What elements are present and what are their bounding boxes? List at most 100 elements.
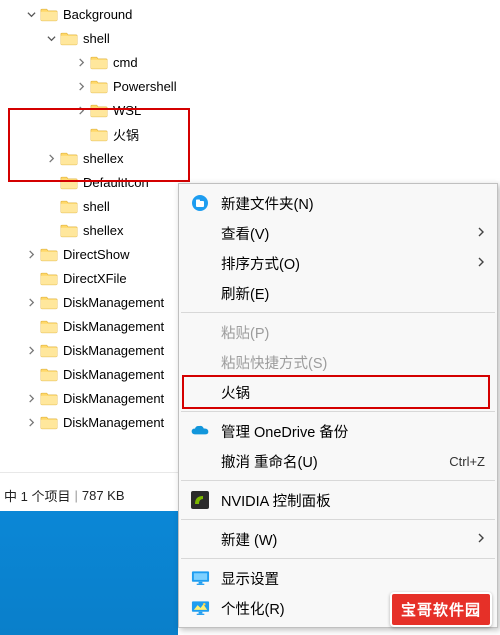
menu-item[interactable]: 撤消 重命名(U)Ctrl+Z (179, 446, 497, 476)
context-menu: 新建文件夹(N) 查看(V) 排序方式(O) 刷新(E) 粘贴(P) 粘贴快捷方式(S) 火… (178, 183, 498, 628)
menu-item[interactable]: 显示设置 (179, 563, 497, 593)
chevron-right-icon (477, 227, 485, 240)
menu-item[interactable]: 火锅 (179, 377, 497, 407)
menu-item-label: 撤消 重命名(U) (221, 451, 449, 472)
divider (0, 472, 178, 473)
menu-separator (181, 480, 495, 481)
blank-icon (189, 222, 211, 244)
tree-item-label: shellex (81, 151, 123, 166)
tree-item-label: DiskManagement (61, 367, 164, 382)
tree-item-label: DiskManagement (61, 319, 164, 334)
onedrive-icon (189, 420, 211, 442)
folder-icon (90, 127, 108, 142)
nvidia-icon (189, 489, 211, 511)
blank-icon (189, 321, 211, 343)
menu-item[interactable]: 新建文件夹(N) (179, 188, 497, 218)
tree-item[interactable]: Background (0, 2, 500, 26)
folder-icon (90, 79, 108, 94)
chevron-right-icon[interactable] (74, 55, 88, 69)
twisty-none (44, 175, 58, 189)
chevron-right-icon[interactable] (74, 79, 88, 93)
folder-icon (40, 271, 58, 286)
folder-icon (60, 175, 78, 190)
menu-item-label: 火锅 (221, 382, 485, 403)
brand-badge: 宝哥软件园 (390, 592, 492, 627)
tree-item[interactable]: 火锅 (0, 122, 500, 146)
menu-item-label: 显示设置 (221, 568, 485, 589)
tree-item[interactable]: WSL (0, 98, 500, 122)
folder-icon (40, 247, 58, 262)
chevron-right-icon[interactable] (24, 247, 38, 261)
menu-item: 粘贴(P) (179, 317, 497, 347)
menu-item[interactable]: 管理 OneDrive 备份 (179, 416, 497, 446)
chevron-right-icon[interactable] (44, 151, 58, 165)
folder-icon (90, 55, 108, 70)
folder-icon (40, 391, 58, 406)
folder-icon (60, 199, 78, 214)
menu-item[interactable]: 新建 (W) (179, 524, 497, 554)
new-folder-icon (189, 192, 211, 214)
menu-separator (181, 519, 495, 520)
menu-item[interactable]: 刷新(E) (179, 278, 497, 308)
status-size: 787 KB (82, 488, 125, 503)
blank-icon (189, 381, 211, 403)
folder-icon (40, 295, 58, 310)
tree-item-label: shell (81, 31, 110, 46)
blank-icon (189, 450, 211, 472)
twisty-none (44, 199, 58, 213)
twisty-none (24, 367, 38, 381)
tree-item-label: shellex (81, 223, 123, 238)
menu-item-label: 粘贴(P) (221, 322, 485, 343)
menu-separator (181, 411, 495, 412)
tree-item-label: DefaultIcon (81, 175, 149, 190)
blank-icon (189, 252, 211, 274)
personalize-icon (189, 597, 211, 619)
menu-item[interactable]: 查看(V) (179, 218, 497, 248)
chevron-down-icon[interactable] (24, 7, 38, 21)
chevron-right-icon (477, 533, 485, 546)
menu-item-label: 排序方式(O) (221, 253, 477, 274)
twisty-none (44, 223, 58, 237)
tree-item-label: DirectShow (61, 247, 129, 262)
chevron-down-icon[interactable] (44, 31, 58, 45)
tree-item-label: DiskManagement (61, 295, 164, 310)
chevron-right-icon[interactable] (24, 391, 38, 405)
display-icon (189, 567, 211, 589)
tree-item[interactable]: shell (0, 26, 500, 50)
tree-item-label: DiskManagement (61, 391, 164, 406)
folder-icon (40, 7, 58, 22)
tree-item[interactable]: cmd (0, 50, 500, 74)
menu-item-label: 刷新(E) (221, 283, 485, 304)
chevron-right-icon[interactable] (24, 415, 38, 429)
tree-item-label: DiskManagement (61, 415, 164, 430)
tree-item[interactable]: shellex (0, 146, 500, 170)
menu-item-shortcut: Ctrl+Z (449, 454, 485, 469)
taskbar (0, 511, 178, 635)
chevron-right-icon[interactable] (24, 343, 38, 357)
chevron-right-icon[interactable] (74, 103, 88, 117)
folder-icon (60, 223, 78, 238)
folder-icon (60, 151, 78, 166)
blank-icon (189, 282, 211, 304)
menu-item[interactable]: NVIDIA 控制面板 (179, 485, 497, 515)
folder-icon (40, 343, 58, 358)
tree-item-label: cmd (111, 55, 138, 70)
menu-item-label: 粘贴快捷方式(S) (221, 352, 485, 373)
tree-item-label: Powershell (111, 79, 177, 94)
folder-icon (90, 103, 108, 118)
menu-item-label: 管理 OneDrive 备份 (221, 421, 485, 442)
chevron-right-icon[interactable] (24, 295, 38, 309)
tree-item[interactable]: Powershell (0, 74, 500, 98)
tree-item-label: WSL (111, 103, 141, 118)
menu-item-label: 新建文件夹(N) (221, 193, 485, 214)
folder-icon (40, 367, 58, 382)
folder-icon (40, 319, 58, 334)
tree-item-label: DiskManagement (61, 343, 164, 358)
tree-item-label: shell (81, 199, 110, 214)
chevron-right-icon (477, 257, 485, 270)
blank-icon (189, 351, 211, 373)
menu-item-label: 查看(V) (221, 223, 477, 244)
menu-item[interactable]: 排序方式(O) (179, 248, 497, 278)
blank-icon (189, 528, 211, 550)
tree-item-label: Background (61, 7, 132, 22)
